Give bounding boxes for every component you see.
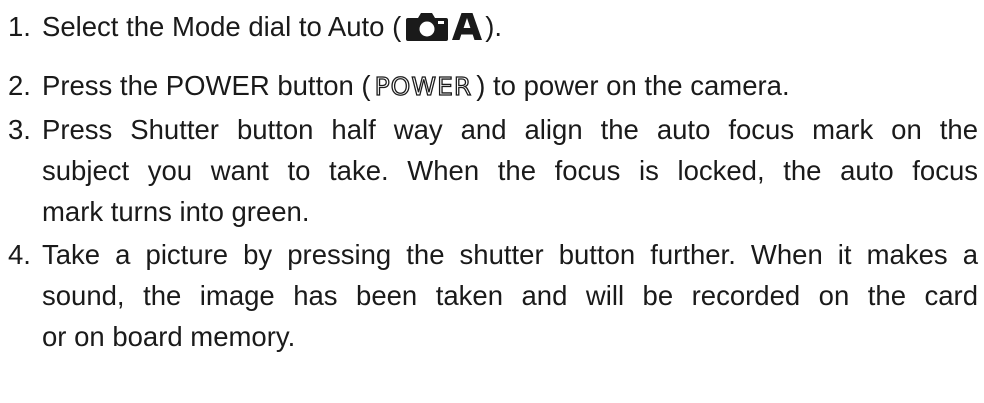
step-text: Select the Mode dial to Auto (). <box>42 6 978 47</box>
step-text-before: Select the Mode dial to Auto ( <box>42 11 402 42</box>
step-line: Press Shutter button half way and align … <box>42 114 978 145</box>
step-number: 3. <box>8 114 31 145</box>
step-line: or on board memory. <box>42 321 296 352</box>
step-number: 2. <box>8 70 31 101</box>
step-line: Take a picture by pressing the shutter b… <box>42 239 978 270</box>
step-text-after: ) to power on the camera. <box>476 70 790 101</box>
step-text-after: ). <box>485 11 503 42</box>
step-3: 3. Press Shutter button half way and ali… <box>8 109 978 232</box>
camera-icon <box>406 13 449 41</box>
power-button-label: POWER <box>374 71 473 101</box>
auto-mode-icons <box>405 10 483 42</box>
step-text: Press the POWER button (POWER) to power … <box>42 65 978 107</box>
step-line: sound, the image has been taken and will… <box>42 280 978 311</box>
step-line: subject you want to take. When the focus… <box>42 155 978 186</box>
step-text-before: Press the POWER button ( <box>42 70 371 101</box>
step-4: 4. Take a picture by pressing the shutte… <box>8 234 978 357</box>
step-number: 4. <box>8 239 31 270</box>
step-line: mark turns into green. <box>42 196 310 227</box>
step-number: 1. <box>8 11 31 42</box>
step-1: 1. Select the Mode dial to Auto (). <box>8 6 978 47</box>
instruction-list: 1. Select the Mode dial to Auto (). 2. P… <box>8 0 978 357</box>
step-2: 2. Press the POWER button (POWER) to pow… <box>8 65 978 107</box>
auto-a-icon <box>452 13 483 40</box>
